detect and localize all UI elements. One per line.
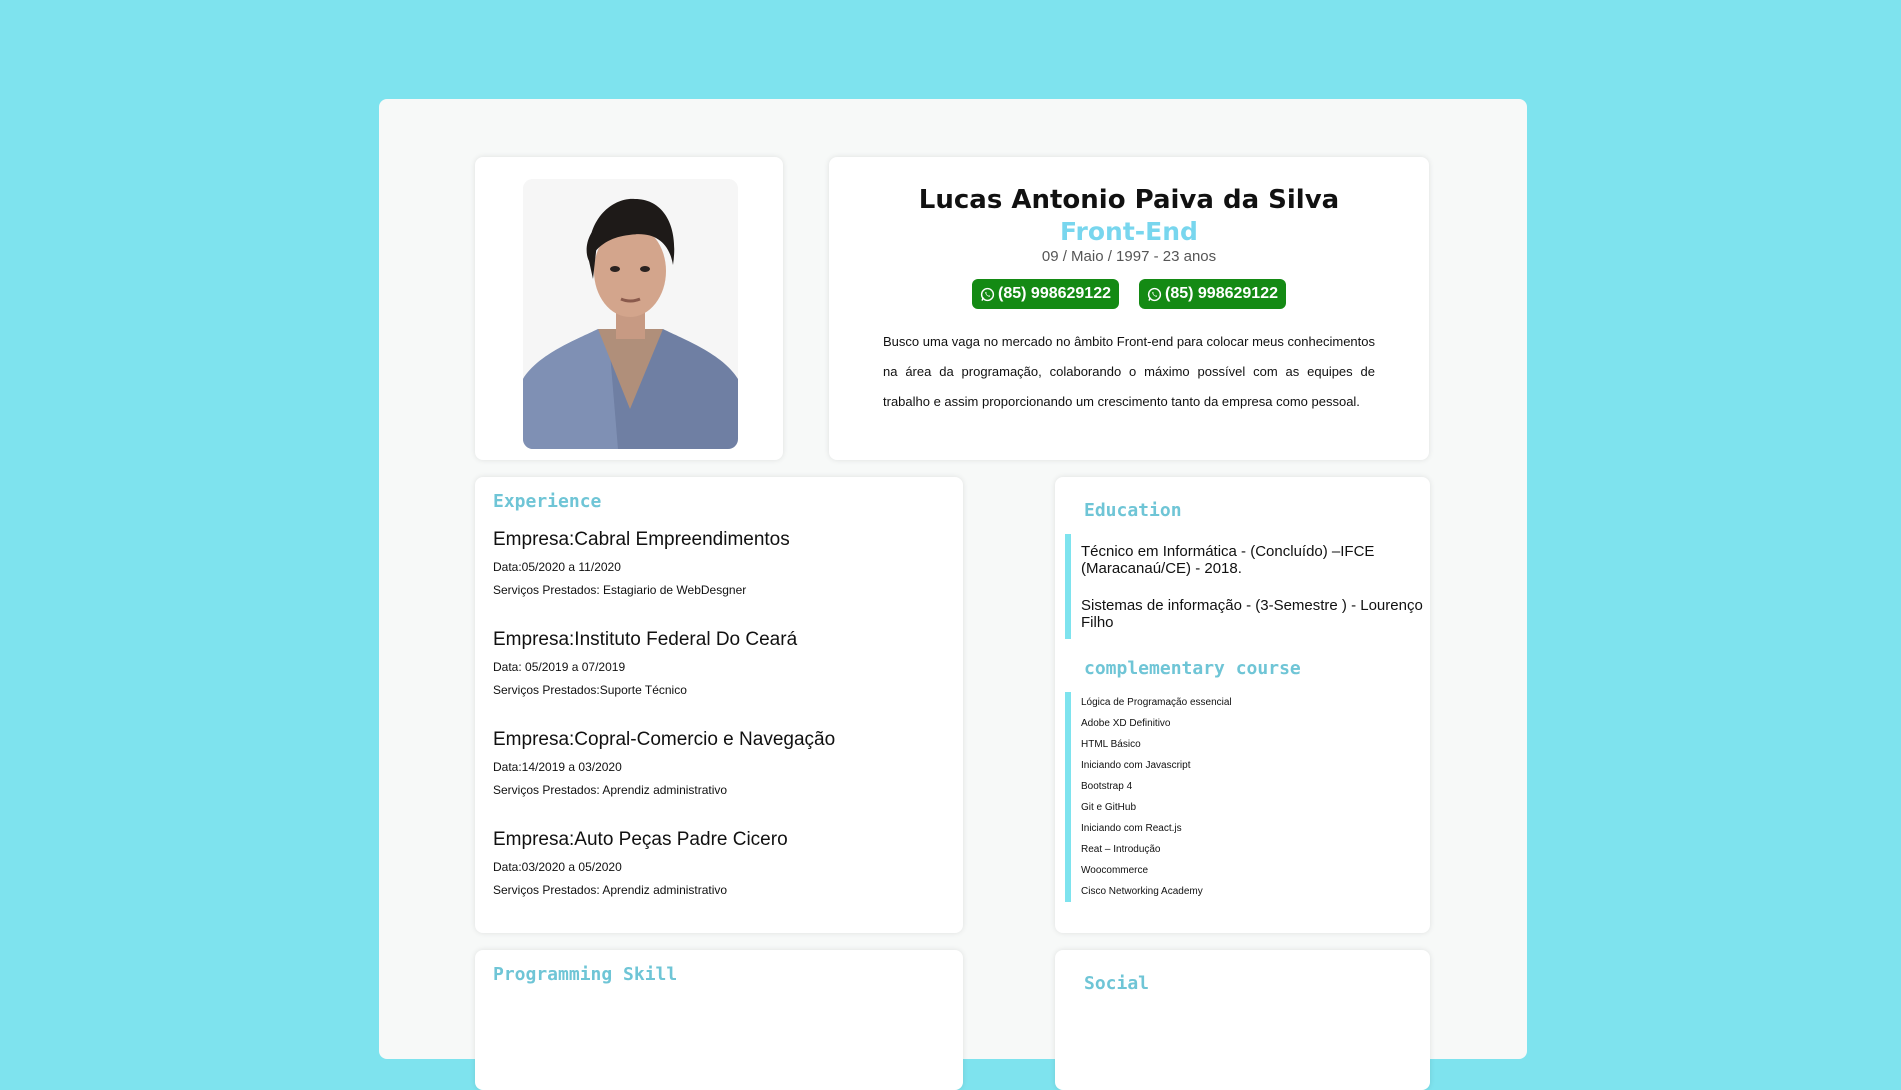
education-entry: Sistemas de informação - (3-Semestre ) -…: [1081, 597, 1423, 631]
phone-number: (85) 998629122: [998, 285, 1111, 302]
programming-skill-card: Programming Skill: [475, 950, 963, 1090]
experience-date: Data: 05/2019 a 07/2019: [493, 660, 626, 674]
whatsapp-icon: [980, 287, 995, 301]
experience-services: Serviços Prestados: Aprendiz administrat…: [493, 883, 728, 897]
header-card: Lucas Antonio Paiva da Silva Front-End 0…: [829, 157, 1429, 460]
experience-date: Data:05/2020 a 11/2020: [493, 560, 621, 574]
course-item: HTML Básico: [1081, 739, 1141, 750]
courses-list: Lógica de Programação essencial Adobe XD…: [1065, 692, 1426, 902]
experience-date: Data:14/2019 a 03/2020: [493, 760, 622, 774]
experience-company: Empresa:Instituto Federal Do Ceará: [493, 629, 798, 650]
experience-services: Serviços Prestados:Suporte Técnico: [493, 683, 687, 697]
experience-item: Empresa:Copral-Comercio e Navegação Data…: [493, 729, 945, 797]
course-item: Lógica de Programação essencial: [1081, 697, 1232, 708]
phone-number: (85) 998629122: [1165, 285, 1278, 302]
course-item: Adobe XD Definitivo: [1081, 718, 1171, 729]
experience-date: Data:03/2020 a 05/2020: [493, 860, 622, 874]
whatsapp-button-1[interactable]: (85) 998629122: [972, 279, 1119, 309]
job-role: Front-End: [1060, 217, 1198, 246]
course-item: Reat – Introdução: [1081, 844, 1161, 855]
course-item: Cisco Networking Academy: [1081, 886, 1203, 897]
experience-item: Empresa:Auto Peças Padre Cicero Data:03/…: [493, 829, 945, 897]
course-item: Iniciando com React.js: [1081, 823, 1182, 834]
experience-services: Serviços Prestados: Aprendiz administrat…: [493, 783, 728, 797]
experience-item: Empresa:Instituto Federal Do Ceará Data:…: [493, 629, 945, 697]
birth-date: 09 / Maio / 1997 - 23 anos: [1041, 248, 1217, 265]
experience-company: Empresa:Cabral Empreendimentos: [493, 529, 790, 550]
course-item: Iniciando com Javascript: [1081, 760, 1191, 771]
whatsapp-button-2[interactable]: (85) 998629122: [1139, 279, 1286, 309]
programming-skill-title: Programming Skill: [493, 964, 678, 985]
social-card: Social: [1055, 950, 1430, 1090]
course-item: Woocommerce: [1081, 865, 1149, 876]
experience-company: Empresa:Auto Peças Padre Cicero: [493, 829, 788, 850]
experience-list: Empresa:Cabral Empreendimentos Data:05/2…: [493, 529, 945, 929]
education-list: Técnico em Informática - (Concluído) –IF…: [1065, 534, 1426, 639]
photo-card: [475, 157, 783, 460]
profile-summary: Busco uma vaga no mercado no âmbito Fron…: [883, 334, 1375, 409]
experience-item: Empresa:Cabral Empreendimentos Data:05/2…: [493, 529, 945, 597]
experience-title: Experience: [493, 491, 602, 512]
course-item: Git e GitHub: [1081, 802, 1137, 813]
social-title: Social: [1084, 973, 1150, 994]
person-name: Lucas Antonio Paiva da Silva: [918, 185, 1340, 215]
experience-card: Experience Empresa:Cabral Empreendimento…: [475, 477, 963, 933]
whatsapp-icon: [1147, 287, 1162, 301]
phone-buttons: (85) 998629122 (85) 998629122: [829, 279, 1429, 309]
experience-company: Empresa:Copral-Comercio e Navegação: [493, 729, 836, 750]
resume-page: Lucas Antonio Paiva da Silva Front-End 0…: [379, 99, 1527, 1090]
education-title: Education: [1084, 500, 1182, 521]
experience-services: Serviços Prestados: Estagiario de WebDes…: [493, 583, 747, 597]
profile-photo: [523, 179, 738, 449]
course-item: Bootstrap 4: [1081, 781, 1133, 792]
education-card: Education Técnico em Informática - (Conc…: [1055, 477, 1430, 933]
education-entry: Técnico em Informática - (Concluído) –IF…: [1081, 543, 1375, 577]
courses-title: complementary course: [1084, 658, 1301, 679]
